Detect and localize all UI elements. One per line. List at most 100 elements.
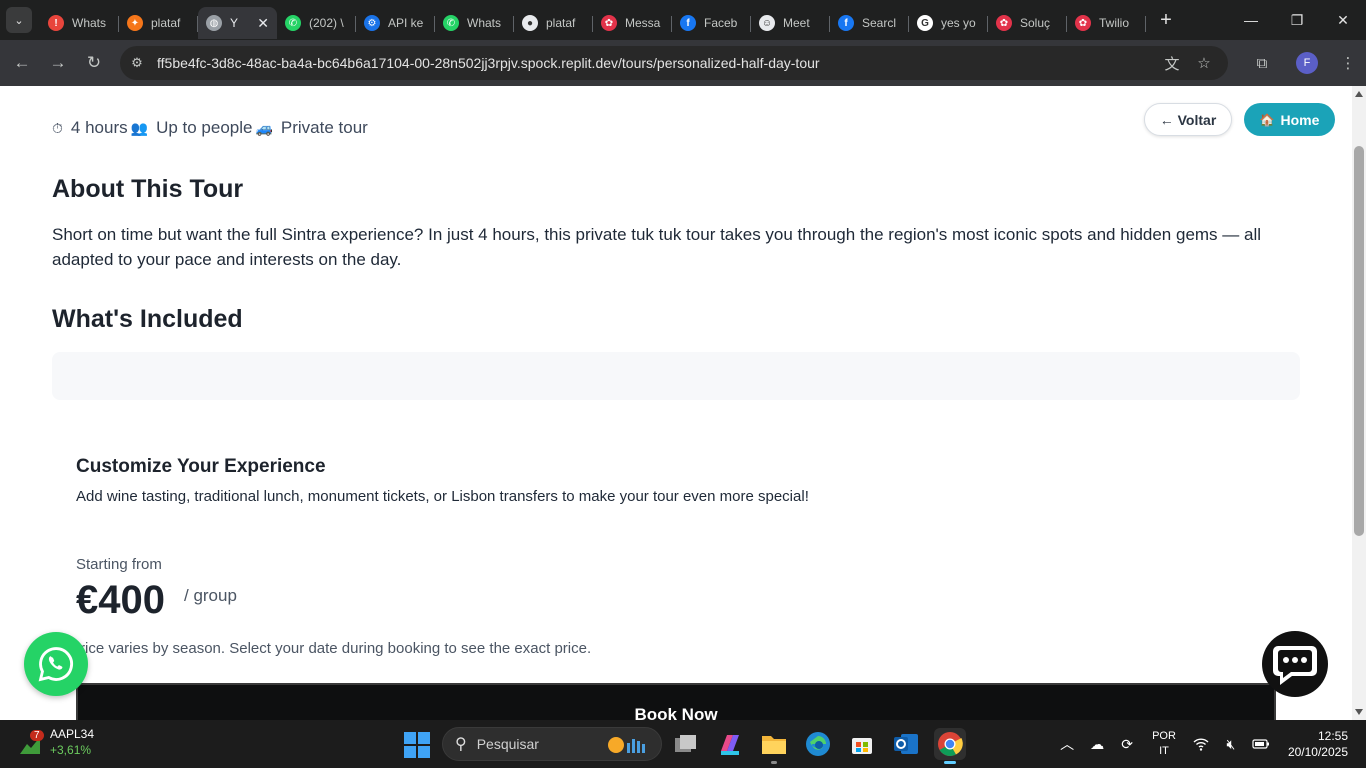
customize-text: Add wine tasting, traditional lunch, mon… <box>76 488 809 505</box>
chat-widget-button[interactable] <box>1262 631 1328 697</box>
show-hidden-icons-icon[interactable]: ︿ <box>1052 734 1082 754</box>
back-arrow-icon[interactable]: ← <box>4 45 40 81</box>
tab-title: plataf <box>546 16 576 30</box>
browser-tab[interactable]: f Faceb <box>672 7 751 39</box>
about-title: About This Tour <box>52 175 244 203</box>
profile-avatar[interactable]: F <box>1296 52 1318 74</box>
tab-search-button[interactable]: ⌄ <box>6 7 32 33</box>
browser-tab-strip: ⌄ ! Whats ✦ plataf ◍ Y ✕ ✆ (202) \ ⚙ API ke ✆ Whats ●… <box>0 0 1366 40</box>
url-text[interactable]: ff5be4fc-3d8c-48ac-ba4a-bc64b6a17104-00-… <box>157 55 820 71</box>
book-now-button[interactable]: Book Now <box>76 683 1276 720</box>
new-tab-button[interactable]: + <box>1152 6 1180 34</box>
whatsapp-icon <box>38 647 74 682</box>
tab-list: ! Whats ✦ plataf ◍ Y ✕ ✆ (202) \ ⚙ API ke ✆ Whats ● pl… <box>40 0 1146 40</box>
window-controls: — ❐ ✕ <box>1228 0 1366 40</box>
tab-title: Soluç <box>1020 16 1051 30</box>
tab-favicon-icon: ✆ <box>285 15 301 31</box>
scroll-up-icon[interactable] <box>1355 91 1363 97</box>
private-tour-text: Private tour <box>280 118 368 137</box>
m365-copilot-icon[interactable] <box>714 728 746 760</box>
browser-tab[interactable]: ● plataf <box>514 7 593 39</box>
restore-icon[interactable]: ❐ <box>1274 0 1320 40</box>
price-value: €400 <box>76 578 165 622</box>
reload-icon[interactable]: ↻ <box>76 45 112 81</box>
windows-start-icon[interactable] <box>404 732 430 758</box>
tab-title: Faceb <box>704 16 738 30</box>
scrollbar-thumb[interactable] <box>1354 146 1364 536</box>
stock-widget[interactable]: 7 AAPL34 +3,61% <box>18 726 94 758</box>
tab-favicon-icon: G <box>917 15 933 31</box>
clock-time: 12:55 <box>1317 729 1348 743</box>
browser-tab[interactable]: ! Whats <box>40 7 119 39</box>
tab-title: Y <box>230 16 239 30</box>
tour-meta: ⏱ 4 hours 👥 Up to people 🚙 Private tour <box>52 118 371 138</box>
browser-tab[interactable]: ✦ plataf <box>119 7 198 39</box>
chevron-down-icon: ⌄ <box>14 14 24 27</box>
stock-badge: 7 <box>30 730 44 741</box>
browser-tab[interactable]: ✆ Whats <box>435 7 514 39</box>
close-tab-icon[interactable]: ✕ <box>257 15 269 32</box>
browser-tab[interactable]: ✿ Twilio <box>1067 7 1146 39</box>
system-tray: ︿ ☁ ⟳ POR IT 🔇︎ 12:55 20/10/2025 <box>1052 720 1366 768</box>
search-placeholder: Pesquisar <box>476 736 539 752</box>
sync-icon[interactable]: ⟳ <box>1112 736 1142 753</box>
forward-arrow-icon[interactable]: → <box>40 45 76 81</box>
browser-tab[interactable]: ⚙ API ke <box>356 7 435 39</box>
browser-tab[interactable]: ◍ Y ✕ <box>198 7 277 39</box>
chat-bubble-icon <box>1273 646 1317 685</box>
tab-title: Messa <box>625 16 661 30</box>
customize-title: Customize Your Experience <box>76 456 326 477</box>
speaker-muted-icon[interactable]: 🔇︎ <box>1216 736 1246 753</box>
close-window-icon[interactable]: ✕ <box>1320 0 1366 40</box>
included-list <box>52 352 1300 400</box>
browser-tab[interactable]: ✆ (202) \ <box>277 7 356 39</box>
browser-tab[interactable]: ✿ Messa <box>593 7 672 39</box>
tab-favicon-icon: ⚙ <box>364 15 380 31</box>
task-view-icon[interactable] <box>670 728 702 760</box>
onedrive-cloud-icon[interactable]: ☁ <box>1082 736 1112 753</box>
stock-change: +3,61% <box>50 743 92 757</box>
browser-tab[interactable]: ✿ Soluç <box>988 7 1067 39</box>
extensions-icon[interactable]: ⧉ <box>1244 45 1280 81</box>
site-settings-icon[interactable]: ⚙ <box>123 49 151 77</box>
page-scrollbar[interactable] <box>1352 86 1366 720</box>
duration-text: 4 hours <box>70 118 128 137</box>
car-icon: 🚙 <box>255 119 273 136</box>
tab-favicon-icon: ◍ <box>206 15 222 31</box>
browser-tab[interactable]: Gyes yo <box>909 7 988 39</box>
home-button[interactable]: 🏠 Home <box>1244 103 1335 136</box>
tab-favicon-icon: f <box>680 15 696 31</box>
back-button[interactable]: ← Voltar <box>1144 103 1232 136</box>
browser-tab[interactable]: f Searcl <box>830 7 909 39</box>
browser-tab[interactable]: ☺ Meet <box>751 7 830 39</box>
chrome-icon[interactable] <box>934 728 966 764</box>
battery-icon[interactable] <box>1246 738 1276 750</box>
taskbar-search[interactable]: ⚲ Pesquisar <box>442 727 662 761</box>
address-bar[interactable]: ⚙ ff5be4fc-3d8c-48ac-ba4a-bc64b6a17104-0… <box>120 46 1228 80</box>
minimize-icon[interactable]: — <box>1228 0 1274 40</box>
home-button-label: Home <box>1280 111 1320 128</box>
tab-favicon-icon: ✿ <box>996 15 1012 31</box>
wifi-icon[interactable] <box>1186 737 1216 751</box>
tab-favicon-icon: ☺ <box>759 15 775 31</box>
translate-icon[interactable]: 文 <box>1156 49 1188 77</box>
file-explorer-icon[interactable] <box>758 728 790 764</box>
tab-title: (202) \ <box>309 16 344 30</box>
browser-toolbar: ← → ↻ ⚙ ff5be4fc-3d8c-48ac-ba4a-bc64b6a1… <box>0 40 1366 86</box>
whatsapp-button[interactable] <box>24 632 88 696</box>
edge-browser-icon[interactable] <box>802 728 834 760</box>
price-unit: / group <box>184 586 237 605</box>
tab-favicon-icon: ✿ <box>601 15 617 31</box>
price-note: Price varies by season. Select your date… <box>76 640 592 657</box>
input-language[interactable]: POR IT <box>1152 729 1176 759</box>
menu-kebab-icon[interactable]: ⋮ <box>1330 45 1366 81</box>
outlook-icon[interactable] <box>890 728 922 760</box>
tab-title: Whats <box>467 16 502 30</box>
tab-title: Whats <box>72 16 107 30</box>
store-icon[interactable] <box>846 728 878 760</box>
bookmark-star-icon[interactable]: ☆ <box>1188 49 1220 77</box>
stopwatch-icon: ⏱ <box>52 119 63 136</box>
about-text: Short on time but want the full Sintra e… <box>52 225 1262 269</box>
scroll-down-icon[interactable] <box>1355 709 1363 715</box>
system-clock[interactable]: 12:55 20/10/2025 <box>1288 728 1348 760</box>
